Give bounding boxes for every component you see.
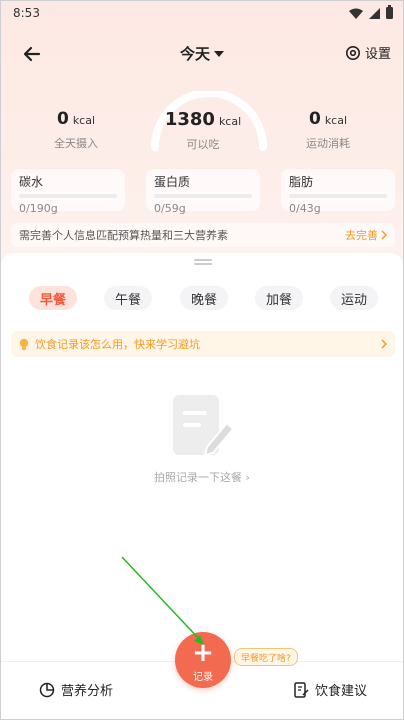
tab-dinner[interactable]: 晚餐 (180, 286, 228, 310)
app-screen: 8:53 今天 设置 0 kcal 全天摄入 1380 kcal 可以吃 0 k… (0, 0, 404, 720)
chevron-right-icon (381, 230, 387, 240)
tab-label: 早餐 (39, 292, 66, 308)
bottom-action-bar: 营养分析 + 记录 早餐吃了啥? 饮食建议 (1, 632, 403, 719)
status-bar: 8:53 (1, 1, 403, 25)
complete-profile-label: 去完善 (345, 229, 378, 242)
caret-down-icon (214, 50, 225, 57)
tip-content: 饮食记录该怎么用，快来学习避坑 (19, 336, 200, 352)
tab-label: 加餐 (265, 292, 292, 308)
battery-icon (386, 5, 393, 19)
tab-breakfast[interactable]: 早餐 (29, 286, 77, 310)
settings-gear-icon (345, 45, 360, 60)
document-edit-icon (294, 681, 309, 698)
remaining-unit: kcal (218, 115, 242, 128)
intake-summary: 0 kcal 全天摄入 (21, 109, 131, 151)
settings-label: 设置 (364, 47, 391, 62)
macro-name: 碳水 (19, 175, 44, 189)
date-selector[interactable]: 今天 (179, 43, 225, 64)
diet-advice-label: 饮食建议 (314, 684, 367, 699)
intake-value-line: 0 kcal (21, 109, 131, 129)
empty-record-icon (173, 395, 235, 457)
macro-card-protein: 蛋白质 0/59g (146, 169, 260, 215)
pie-chart-icon (39, 682, 55, 697)
wifi-icon (349, 8, 363, 19)
macro-amount: 0/43g (289, 202, 321, 215)
tab-exercise[interactable]: 运动 (330, 286, 378, 310)
photo-record-link[interactable]: 拍照记录一下这餐 › (1, 469, 403, 485)
macro-name: 脂肪 (289, 175, 314, 189)
back-arrow-icon[interactable] (21, 43, 43, 65)
top-nav: 今天 设置 (1, 39, 403, 69)
macro-amount: 0/190g (19, 202, 58, 215)
chevron-right-icon: › (245, 471, 250, 484)
macro-progress-bar (154, 194, 252, 198)
meal-tabs: 早餐 午餐 晚餐 加餐 运动 (1, 286, 403, 310)
record-prompt-text: 早餐吃了啥? (241, 653, 291, 664)
date-label: 今天 (179, 45, 211, 63)
plus-icon: + (192, 638, 214, 668)
remaining-label: 可以吃 (186, 138, 220, 151)
remaining-value-line: 1380 kcal (141, 109, 265, 130)
remaining-summary: 1380 kcal 可以吃 (141, 109, 265, 152)
burned-label: 运动消耗 (306, 137, 350, 150)
record-prompt-bubble: 早餐吃了啥? (234, 648, 298, 666)
lightbulb-icon (19, 338, 29, 350)
record-button[interactable]: + 记录 (175, 632, 231, 688)
macro-card-carbs: 碳水 0/190g (11, 169, 125, 215)
macro-name: 蛋白质 (154, 175, 191, 189)
tip-text: 饮食记录该怎么用，快来学习避坑 (35, 338, 200, 351)
nutrition-analysis-label: 营养分析 (61, 684, 114, 699)
status-time: 8:53 (13, 6, 40, 20)
tab-label: 午餐 (114, 292, 141, 308)
sheet-drag-handle[interactable] (194, 259, 212, 265)
profile-hint-text: 需完善个人信息匹配预算热量和三大营养素 (19, 229, 228, 242)
burned-unit: kcal (324, 114, 348, 127)
empty-state-text: 拍照记录一下这餐 (154, 471, 243, 484)
record-label: 记录 (193, 672, 213, 683)
diet-tip-banner[interactable]: 饮食记录该怎么用，快来学习避坑 (11, 331, 395, 357)
tab-label: 晚餐 (190, 292, 217, 308)
complete-profile-link[interactable]: 去完善 (345, 227, 387, 243)
macro-amount: 0/59g (154, 202, 186, 215)
tab-label: 运动 (340, 292, 367, 308)
burned-value: 0 (308, 109, 321, 129)
settings-button[interactable]: 设置 (345, 43, 391, 62)
signal-icon (369, 7, 380, 19)
intake-label: 全天摄入 (54, 137, 98, 150)
status-icons (349, 5, 393, 19)
chevron-right-icon (381, 339, 387, 349)
burned-summary: 0 kcal 运动消耗 (273, 109, 383, 151)
intake-value: 0 (56, 109, 69, 129)
tab-snack[interactable]: 加餐 (255, 286, 303, 310)
tab-lunch[interactable]: 午餐 (104, 286, 152, 310)
macro-progress-bar (19, 194, 117, 198)
remaining-value: 1380 (164, 109, 215, 130)
macro-card-fat: 脂肪 0/43g (281, 169, 395, 215)
nutrition-analysis-button[interactable]: 营养分析 (39, 680, 113, 699)
diet-advice-button[interactable]: 饮食建议 (294, 680, 367, 699)
intake-unit: kcal (72, 114, 96, 127)
burned-value-line: 0 kcal (273, 109, 383, 129)
macro-progress-bar (289, 194, 387, 198)
profile-hint-bar: 需完善个人信息匹配预算热量和三大营养素 去完善 (11, 223, 395, 247)
